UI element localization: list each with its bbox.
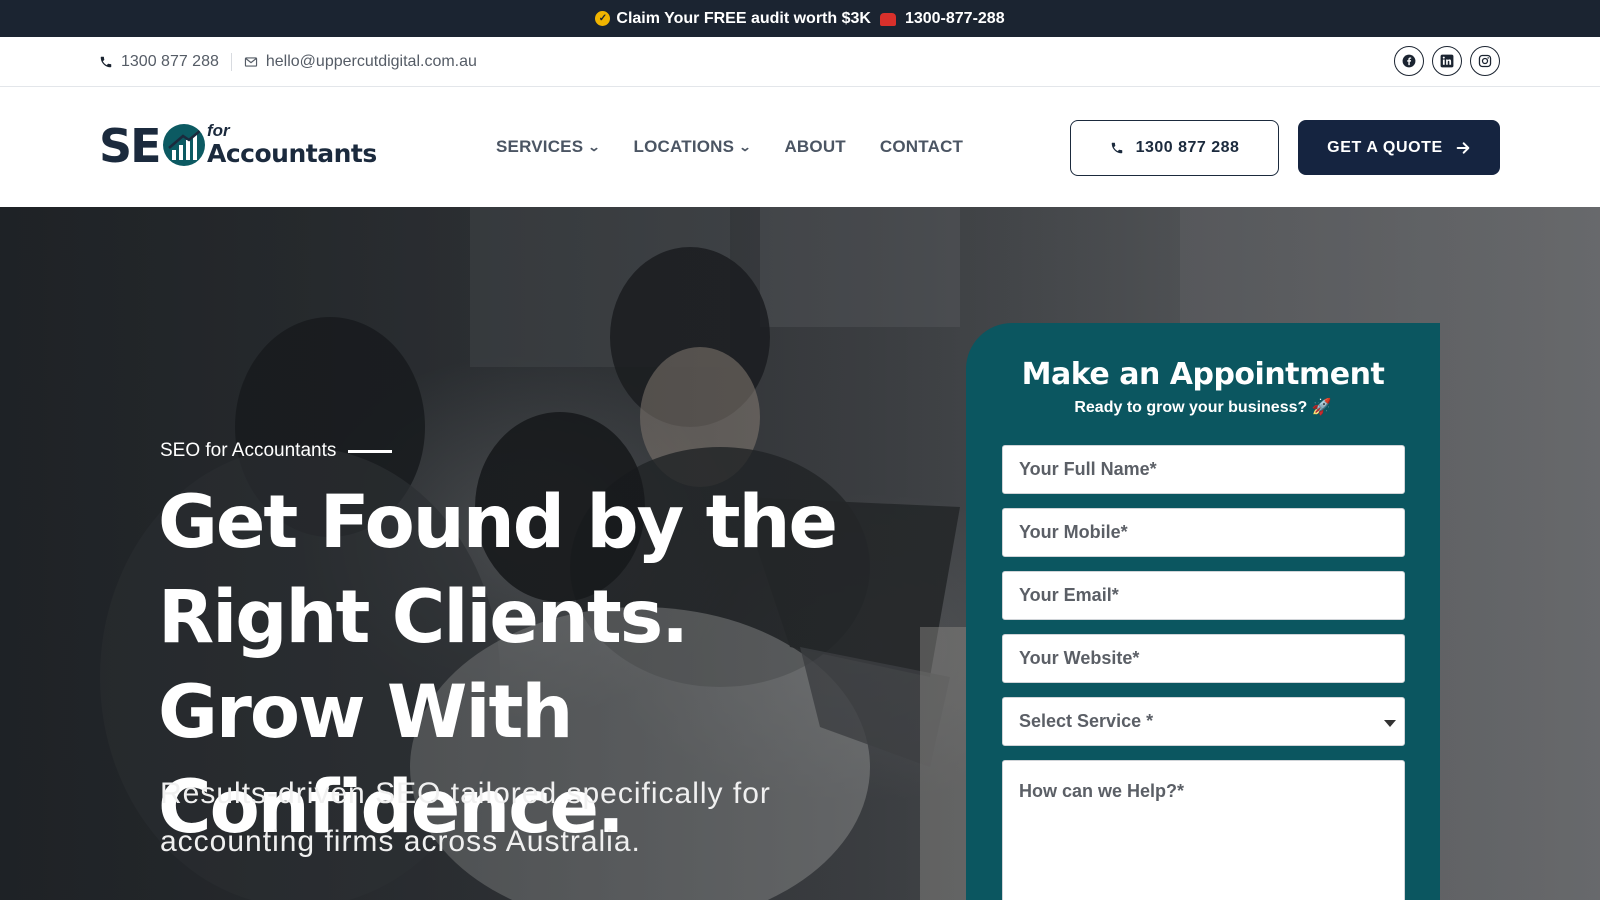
service-select[interactable]: Select Service * (1002, 697, 1405, 746)
logo-seo-text: SE (99, 119, 162, 173)
main-header: SE for Accountants SERVICES ⌄ LOCATIONS … (0, 87, 1600, 207)
logo-accountants-text: Accountants (207, 139, 377, 168)
linkedin-icon[interactable] (1432, 46, 1462, 76)
seo-for-accountants-logo[interactable]: SE for Accountants (99, 121, 381, 171)
announcement-bar: ✓ Claim Your FREE audit worth $3K 1300-8… (0, 0, 1600, 37)
nav-item-services[interactable]: SERVICES ⌄ (496, 137, 602, 157)
hero-eyebrow: SEO for Accountants (160, 440, 393, 462)
nav-item-locations[interactable]: LOCATIONS ⌄ (633, 137, 752, 157)
mobile-placeholder: Your Mobile* (1019, 522, 1128, 542)
nav-item-about[interactable]: ABOUT (784, 137, 845, 157)
arrow-right-icon (1456, 141, 1470, 154)
social-links (1394, 46, 1500, 76)
quote-button-label: GET A QUOTE (1327, 138, 1443, 156)
main-nav: SERVICES ⌄ LOCATIONS ⌄ ABOUT CONTACT (496, 87, 963, 207)
full-name-placeholder: Your Full Name* (1019, 459, 1157, 479)
caret-down-icon (1384, 720, 1396, 727)
check-circle-icon: ✓ (595, 11, 611, 26)
chevron-down-icon: ⌄ (738, 140, 752, 154)
contact-phone: 1300 877 288 (121, 53, 219, 70)
form-subtitle: Ready to grow your business? 🚀 (1074, 399, 1332, 416)
call-button-label: 1300 877 288 (1135, 139, 1240, 156)
get-a-quote-button[interactable]: GET A QUOTE (1298, 120, 1500, 175)
chevron-down-icon: ⌄ (587, 140, 602, 154)
facebook-icon[interactable] (1394, 46, 1424, 76)
service-select-value: Select Service * (1019, 711, 1154, 731)
form-title: Make an Appointment (1021, 357, 1385, 392)
mail-icon (244, 57, 257, 67)
logo-for-text: for (207, 121, 230, 140)
announcement-text: Claim Your FREE audit worth $3K (616, 9, 871, 27)
nav-item-contact[interactable]: CONTACT (880, 137, 963, 157)
eyebrow-line (348, 449, 393, 453)
announcement-phone[interactable]: 1300-877-288 (905, 10, 1005, 28)
help-textarea[interactable]: How can we Help?* (1002, 760, 1405, 900)
nav-label: ABOUT (784, 137, 846, 156)
hero-subtext: Results-driven SEO tailored specifically… (160, 777, 771, 858)
nav-label: LOCATIONS (633, 137, 735, 156)
mobile-field[interactable]: Your Mobile* (1002, 508, 1405, 557)
phone-icon (100, 56, 112, 68)
website-field[interactable]: Your Website* (1002, 634, 1405, 683)
website-placeholder: Your Website* (1019, 648, 1140, 668)
contact-email-link[interactable]: hello@uppercutdigital.com.au (244, 53, 477, 71)
email-placeholder: Your Email* (1019, 585, 1119, 605)
contact-info: 1300 877 288 hello@uppercutdigital.com.a… (99, 37, 477, 87)
logo-chart-icon (163, 124, 205, 166)
telephone-icon (879, 13, 896, 26)
full-name-field[interactable]: Your Full Name* (1002, 445, 1405, 494)
nav-label: SERVICES (496, 137, 584, 156)
appointment-form-card: Make an Appointment Ready to grow your b… (966, 323, 1440, 900)
divider (230, 53, 232, 71)
instagram-icon[interactable] (1470, 46, 1500, 76)
contact-email: hello@uppercutdigital.com.au (265, 53, 477, 70)
contact-bar: 1300 877 288 hello@uppercutdigital.com.a… (0, 37, 1600, 87)
nav-label: CONTACT (879, 137, 964, 156)
call-button[interactable]: 1300 877 288 (1070, 120, 1279, 176)
contact-phone-link[interactable]: 1300 877 288 (99, 53, 219, 71)
help-placeholder: How can we Help?* (1019, 781, 1185, 801)
phone-icon (1111, 142, 1122, 154)
eyebrow-text: SEO for Accountants (160, 440, 337, 461)
email-field[interactable]: Your Email* (1002, 571, 1405, 620)
